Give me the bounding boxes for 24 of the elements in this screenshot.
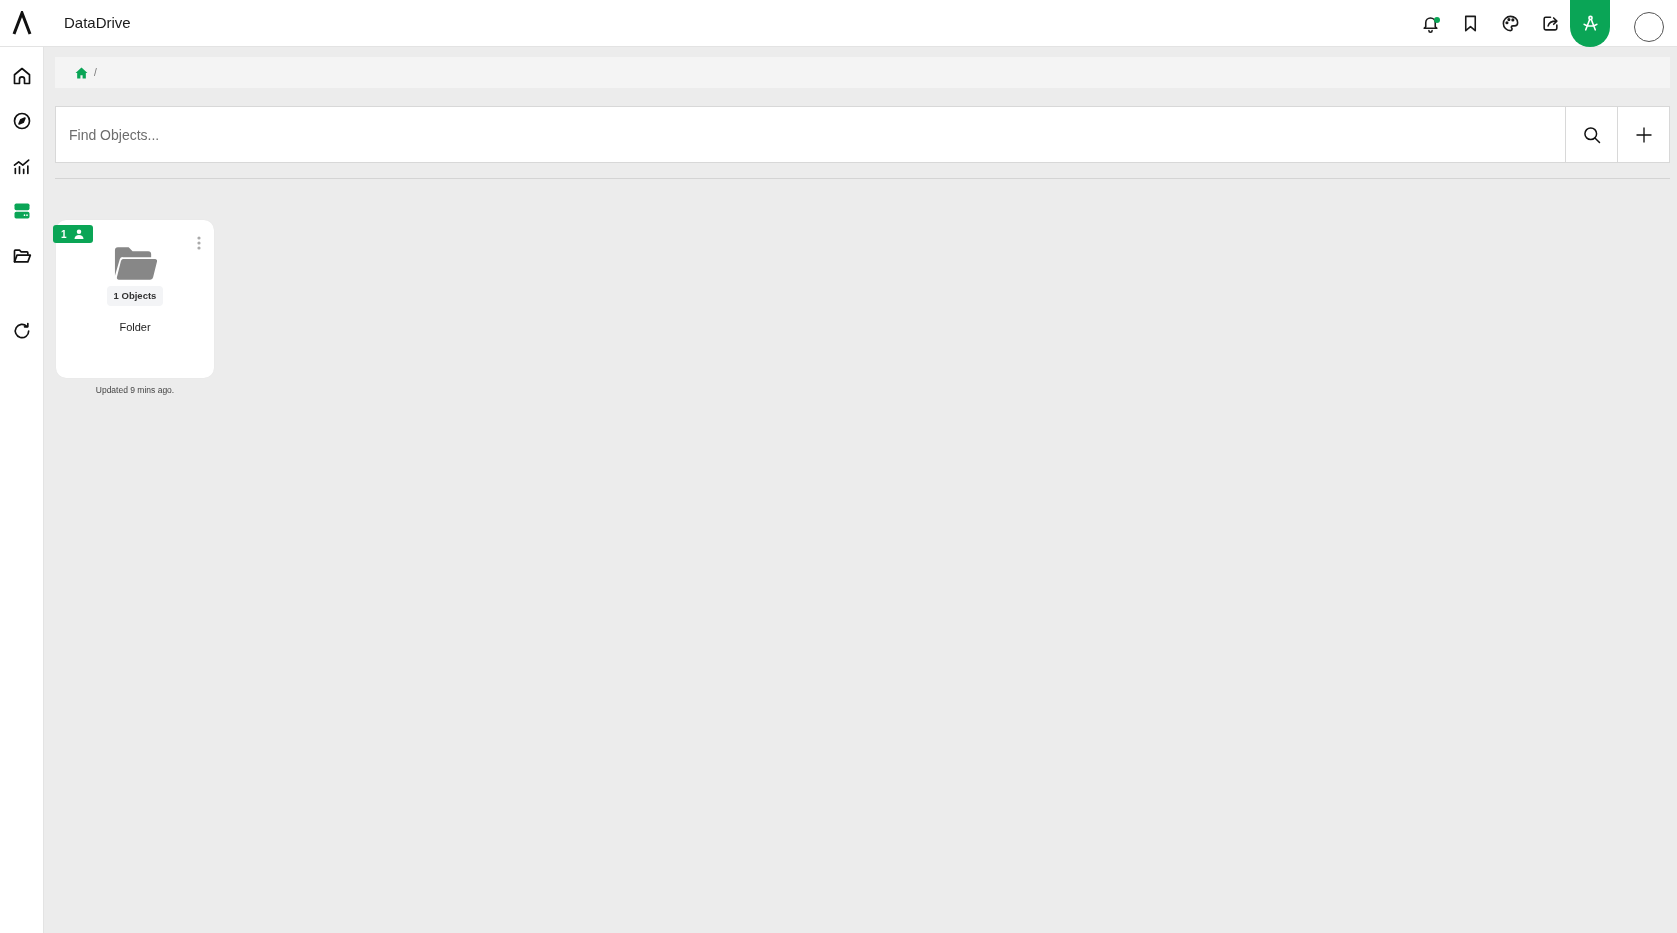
plus-icon (1634, 125, 1653, 144)
user-avatar[interactable] (1634, 11, 1664, 42)
logo-icon (12, 11, 32, 35)
share-icon (1540, 13, 1560, 33)
compass-icon (12, 110, 32, 131)
more-icon (197, 236, 201, 250)
home-icon (12, 65, 32, 86)
breadcrumb-home-link[interactable] (75, 66, 88, 79)
drafting-compass-icon (1580, 13, 1600, 33)
folder-name: Folder (119, 320, 151, 336)
breadcrumb-separator: / (94, 66, 97, 80)
search-field[interactable]: Find Objects... (55, 106, 1566, 163)
app-title: DataDrive (64, 12, 131, 33)
search-button[interactable] (1565, 106, 1618, 163)
folder-icon (112, 245, 158, 281)
folder-card[interactable]: 1 1 Objects Folder (56, 220, 214, 378)
shared-count: 1 (61, 227, 67, 242)
home-icon (75, 66, 88, 79)
person-icon (73, 229, 84, 239)
object-count: 1 Objects (106, 286, 164, 307)
palette-icon (1500, 13, 1520, 33)
updated-time: Updated 9 mins ago. (94, 384, 176, 397)
search-icon (1581, 124, 1602, 145)
refresh-icon (12, 320, 32, 341)
